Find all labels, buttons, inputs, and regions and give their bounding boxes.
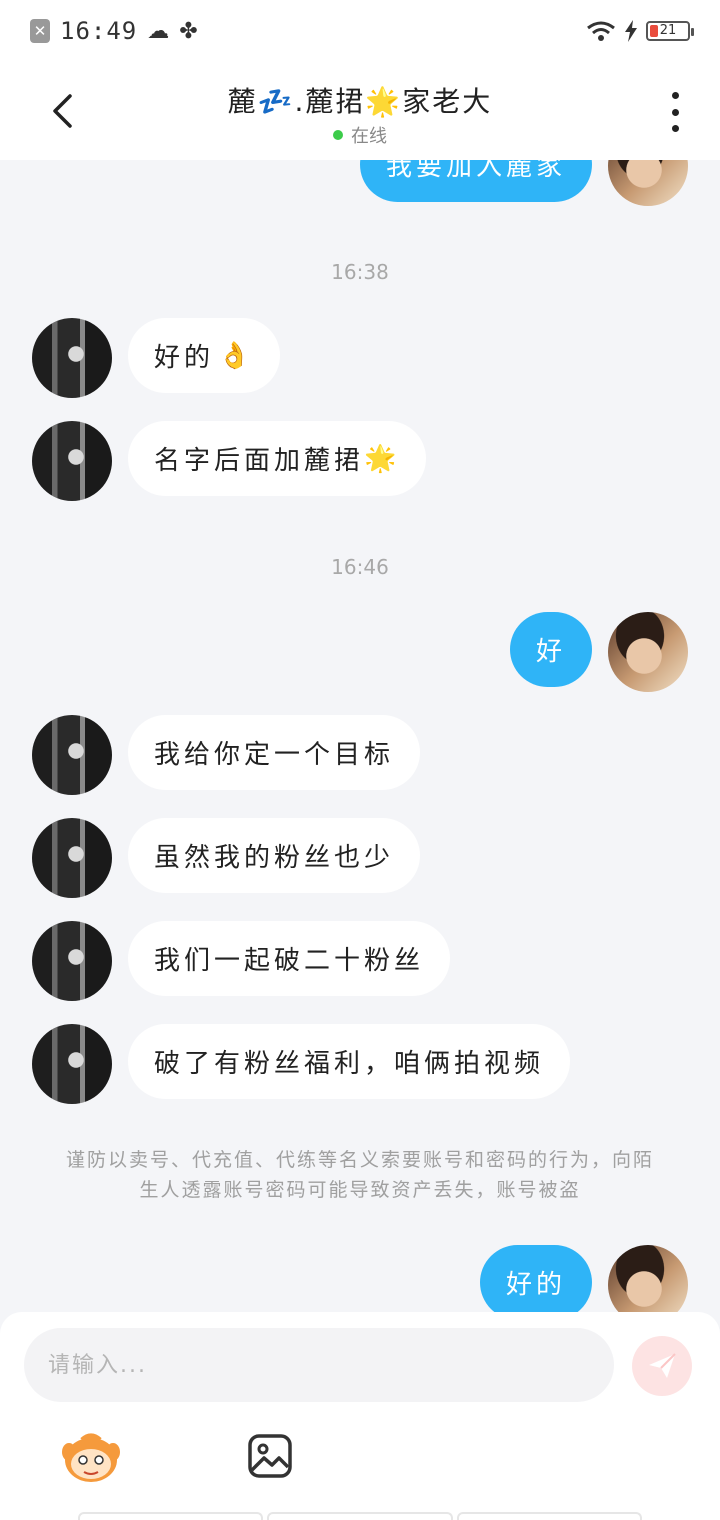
image-icon bbox=[248, 1434, 292, 1478]
message-bubble[interactable]: 破了有粉丝福利，咱俩拍视频 bbox=[128, 1024, 571, 1099]
send-icon bbox=[649, 1353, 676, 1378]
safety-notice: 谨防以卖号、代充值、代练等名义索要账号和密码的行为，向陌生人透露账号密码可能导致… bbox=[65, 1149, 654, 1201]
star-emoji: 🌟 bbox=[364, 443, 401, 474]
charging-icon bbox=[625, 20, 637, 42]
mascot-icon bbox=[62, 1433, 120, 1482]
chat-title: 麓💤.麓捃🌟家老大 bbox=[227, 85, 493, 118]
contact-avatar[interactable] bbox=[32, 715, 112, 795]
contact-avatar[interactable] bbox=[32, 421, 112, 501]
battery-level: 21 bbox=[659, 23, 677, 38]
message-list[interactable]: 我要加入麓家 16:38 好的 👌 名字后面加麓捃 🌟 16:46 好 我给你定… bbox=[0, 160, 720, 1312]
contact-avatar[interactable] bbox=[32, 921, 112, 1001]
ok-hand-emoji: 👌 bbox=[218, 340, 255, 371]
chat-header: 麓💤.麓捃🌟家老大 在线 bbox=[0, 62, 720, 160]
online-dot bbox=[333, 130, 343, 140]
online-status: 在线 bbox=[351, 126, 387, 147]
message-outgoing: 好 bbox=[509, 612, 592, 687]
more-options-button[interactable] bbox=[660, 92, 690, 132]
message-timestamp: 16:38 bbox=[331, 260, 389, 284]
message-bubble[interactable]: 我要加入麓家 bbox=[359, 160, 592, 202]
message-incoming: 虽然我的粉丝也少 bbox=[128, 818, 421, 893]
message-bubble[interactable]: 我给你定一个目标 bbox=[128, 715, 421, 790]
message-bubble[interactable]: 名字后面加麓捃 🌟 bbox=[128, 421, 427, 496]
message-outgoing: 好的 bbox=[479, 1245, 592, 1312]
my-avatar[interactable] bbox=[608, 160, 688, 206]
message-bubble[interactable]: 好 bbox=[509, 612, 592, 687]
message-bubble[interactable]: 好的 👌 bbox=[128, 318, 281, 393]
my-avatar[interactable] bbox=[608, 612, 688, 692]
message-outgoing: 我要加入麓家 bbox=[359, 160, 592, 202]
message-bubble[interactable]: 我们一起破二十粉丝 bbox=[128, 921, 451, 996]
message-bubble[interactable]: 好的 bbox=[479, 1245, 592, 1312]
input-panel bbox=[0, 1312, 720, 1520]
message-incoming: 我给你定一个目标 bbox=[128, 715, 421, 790]
message-incoming: 好的 👌 bbox=[128, 318, 281, 393]
contact-avatar[interactable] bbox=[32, 318, 112, 398]
message-input[interactable] bbox=[24, 1328, 614, 1402]
message-incoming: 名字后面加麓捃 🌟 bbox=[128, 421, 427, 496]
image-button[interactable] bbox=[246, 1432, 294, 1480]
message-incoming: 破了有粉丝福利，咱俩拍视频 bbox=[128, 1024, 571, 1099]
mascot-button[interactable] bbox=[60, 1430, 122, 1486]
message-incoming: 我们一起破二十粉丝 bbox=[128, 921, 451, 996]
message-text: 名字后面加麓捃 bbox=[154, 446, 365, 476]
bottom-tab-strip bbox=[78, 1512, 642, 1520]
pinwheel-icon: ✤ bbox=[179, 18, 198, 44]
contact-avatar[interactable] bbox=[32, 1024, 112, 1104]
more-vertical-icon bbox=[671, 92, 679, 99]
battery-icon: 21 bbox=[646, 21, 694, 41]
send-button[interactable] bbox=[632, 1336, 692, 1396]
message-bubble[interactable]: 虽然我的粉丝也少 bbox=[128, 818, 421, 893]
contact-avatar[interactable] bbox=[32, 818, 112, 898]
message-text: 好的 bbox=[154, 343, 215, 373]
status-time: 16:49 bbox=[60, 17, 138, 45]
my-avatar[interactable] bbox=[608, 1245, 688, 1312]
message-timestamp: 16:46 bbox=[331, 555, 389, 579]
wifi-icon bbox=[587, 21, 615, 41]
cloud-icon: ☁ bbox=[147, 18, 170, 44]
close-square-icon: ✕ bbox=[30, 19, 50, 43]
status-bar: ✕ 16:49 ☁ ✤ 21 bbox=[0, 0, 720, 62]
